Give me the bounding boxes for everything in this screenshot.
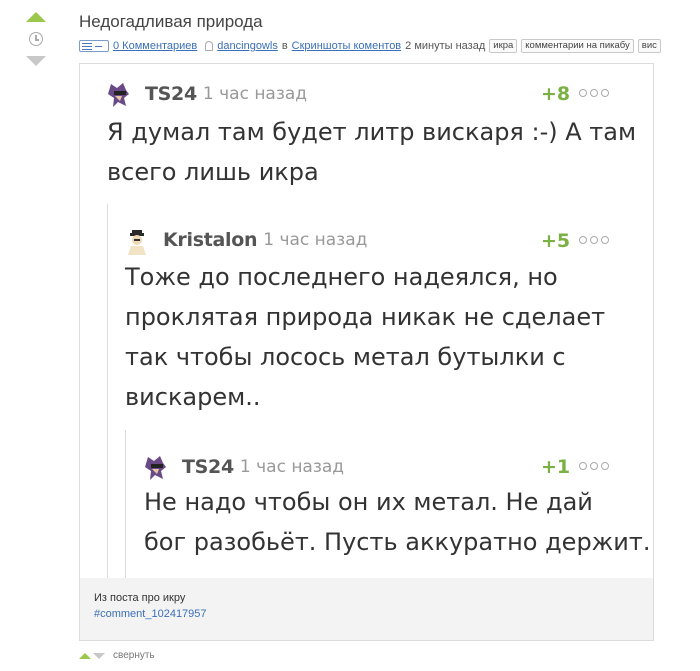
comment-username[interactable]: Kristalon: [163, 229, 258, 251]
downvote-arrow-icon[interactable]: [93, 652, 105, 659]
tag[interactable]: икра: [489, 39, 518, 53]
comment-header: Kristalon 1 час назад: [125, 228, 368, 255]
in-word: в: [281, 40, 288, 52]
post-time: 2 минуты назад: [405, 40, 486, 52]
avatar[interactable]: [144, 455, 168, 480]
comment-time: 1 час назад: [239, 457, 345, 477]
comment-header: TS24 1 час назад: [107, 82, 308, 107]
source-post-text: Из поста про икру: [94, 592, 186, 604]
thread-line[interactable]: [125, 430, 126, 580]
vote-column: [26, 10, 52, 66]
avatar[interactable]: [125, 228, 149, 255]
author-link[interactable]: dancingowls: [217, 40, 278, 52]
collapse-link[interactable]: свернуть: [113, 650, 155, 661]
comment-rating: +1: [541, 456, 571, 478]
more-options-icon[interactable]: [579, 89, 609, 97]
tag[interactable]: вис: [637, 39, 661, 53]
card-footer: Из поста про икру #comment_102417957: [80, 578, 653, 640]
comment-text: Не надо чтобы он их метал. Не дай бог ра…: [144, 488, 651, 556]
comment-text: Тоже до последнего надеялся, но проклята…: [125, 263, 606, 411]
minus-icon: [95, 45, 102, 47]
post-bottom-bar: свернуть: [79, 650, 155, 661]
toggle-view-button[interactable]: [79, 40, 109, 52]
thread-line[interactable]: [107, 204, 108, 579]
comment-username[interactable]: TS24: [182, 456, 234, 478]
comment-time: 1 час назад: [263, 230, 368, 250]
screenshot-card: TS24 1 час назад +8 Я думал там будет ли…: [79, 63, 654, 641]
user-icon: [205, 41, 214, 51]
comment-anchor-link[interactable]: #comment_102417957: [94, 608, 207, 620]
comment-username[interactable]: TS24: [145, 83, 197, 105]
community-link[interactable]: Скриншоты коментов: [292, 40, 401, 52]
more-options-icon[interactable]: [579, 462, 609, 470]
avatar[interactable]: [107, 82, 131, 107]
clock-icon[interactable]: [29, 32, 43, 46]
post-meta: 0 Комментариев dancingowls в Скриншоты к…: [79, 38, 661, 54]
comment-header: TS24 1 час назад: [144, 455, 345, 480]
post-title[interactable]: Недогадливая природа: [79, 12, 263, 32]
tag[interactable]: комментарии на пикабу: [521, 39, 634, 53]
comment-rating: +8: [541, 83, 571, 105]
comments-link[interactable]: 0 Комментариев: [113, 40, 197, 52]
upvote-arrow-icon[interactable]: [26, 12, 46, 22]
downvote-arrow-icon[interactable]: [26, 56, 46, 66]
comment-time: 1 час назад: [202, 84, 308, 104]
list-icon: [82, 42, 92, 50]
upvote-arrow-icon[interactable]: [79, 652, 91, 659]
comment-text: Я думал там будет литр вискаря :-) А там…: [107, 118, 637, 186]
more-options-icon[interactable]: [579, 236, 609, 244]
comment-rating: +5: [541, 230, 571, 252]
